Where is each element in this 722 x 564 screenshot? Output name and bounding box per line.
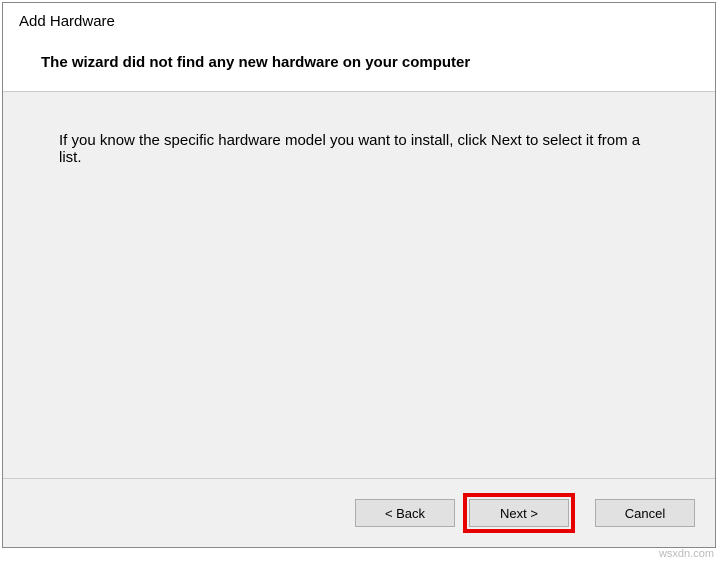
cancel-button[interactable]: Cancel <box>595 499 695 527</box>
dialog-title: Add Hardware <box>19 13 699 30</box>
instruction-text: If you know the specific hardware model … <box>59 132 659 166</box>
add-hardware-dialog: Add Hardware The wizard did not find any… <box>2 2 716 548</box>
dialog-content: If you know the specific hardware model … <box>3 92 715 478</box>
cancel-wrap: Cancel <box>595 499 695 527</box>
back-button[interactable]: < Back <box>355 499 455 527</box>
dialog-subtitle: The wizard did not find any new hardware… <box>41 54 699 71</box>
dialog-header: Add Hardware The wizard did not find any… <box>3 3 715 92</box>
next-button-highlight: Next > <box>463 493 575 533</box>
next-button[interactable]: Next > <box>469 499 569 527</box>
dialog-footer: < Back Next > Cancel <box>3 478 715 547</box>
watermark: wsxdn.com <box>659 548 714 560</box>
